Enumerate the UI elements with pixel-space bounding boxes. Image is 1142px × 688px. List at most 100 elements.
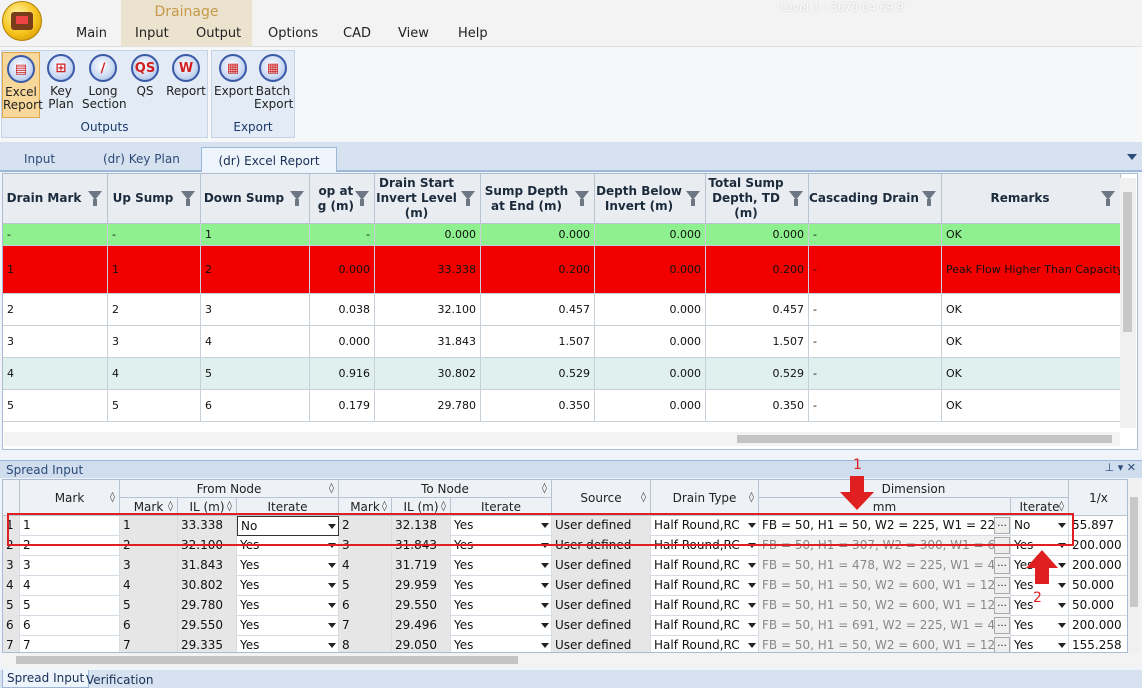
cell-iter[interactable]: Yes <box>1011 636 1069 652</box>
cell-last[interactable]: 200.000 <box>1069 616 1127 636</box>
col-mark[interactable]: Mark ◊ <box>20 480 120 516</box>
cell-mark[interactable]: 7 <box>20 636 120 652</box>
sort-icon[interactable]: ◊ <box>110 492 115 503</box>
excel-report-button[interactable]: ▤ Excel Report <box>2 52 43 118</box>
cell-mark[interactable]: 6 <box>20 616 120 636</box>
long-section-button[interactable]: ∕ Long Section <box>82 52 127 118</box>
sort-icon[interactable]: ◊ <box>382 501 387 512</box>
chevron-down-icon[interactable] <box>328 603 336 608</box>
column-header[interactable]: Remarks <box>942 174 1121 224</box>
chevron-down-icon[interactable] <box>1058 643 1066 648</box>
chevron-down-icon[interactable] <box>328 583 336 588</box>
spread-row[interactable]: 6 6 6 29.550 Yes 7 29.496 Yes User defined Half R… <box>3 616 1127 636</box>
sort-icon[interactable]: ◊ <box>441 501 446 512</box>
sort-icon[interactable]: ◊ <box>329 483 334 494</box>
chevron-down-icon[interactable] <box>328 563 336 568</box>
chevron-down-icon[interactable] <box>541 623 549 628</box>
col-to-node[interactable]: To Node ◊ <box>339 480 552 498</box>
sort-icon[interactable]: ◊ <box>227 501 232 512</box>
menu-output[interactable]: Output <box>196 26 241 41</box>
application-menu-button[interactable] <box>2 1 42 41</box>
ellipsis-button[interactable]: ... <box>994 557 1010 574</box>
chevron-down-icon[interactable] <box>328 643 336 648</box>
ellipsis-button[interactable]: ... <box>994 577 1010 594</box>
vertical-scrollbar[interactable] <box>1120 178 1136 428</box>
menu-help[interactable]: Help <box>458 26 488 41</box>
sort-icon[interactable]: ◊ <box>542 483 547 494</box>
table-row[interactable]: 4 4 5 0.916 30.802 0.529 0.000 0.529- OK <box>3 358 1121 390</box>
filter-icon[interactable] <box>290 191 304 206</box>
cell-last[interactable]: 55.897 <box>1069 516 1127 536</box>
cell-last[interactable]: 50.000 <box>1069 596 1127 616</box>
chevron-down-icon[interactable] <box>748 623 756 628</box>
cell-type[interactable]: Half Round,RC <box>651 556 759 576</box>
table-row[interactable]: 2 2 3 0.038 32.100 0.457 0.000 0.457- OK <box>3 294 1121 326</box>
chevron-down-icon[interactable] <box>748 583 756 588</box>
filter-icon[interactable] <box>686 191 700 206</box>
cell-mark[interactable]: 3 <box>20 556 120 576</box>
ellipsis-button[interactable]: ... <box>994 637 1010 652</box>
cell-to-iter[interactable]: Yes <box>451 576 552 596</box>
col-last[interactable]: 1/x <box>1069 480 1127 516</box>
cell-dim[interactable]: FB = 50, H1 = 50, W2 = 600, W1 = 1200... <box>759 576 1011 596</box>
cell-from-iter[interactable]: Yes <box>237 596 339 616</box>
cell-to-iter[interactable]: Yes <box>451 596 552 616</box>
col-dimension[interactable]: Dimension <box>759 480 1069 498</box>
cell-last[interactable]: 200.000 <box>1069 536 1127 556</box>
table-row[interactable]: 5 5 6 0.179 29.780 0.350 0.000 0.350- OK <box>3 390 1121 422</box>
tab-list-dropdown-icon[interactable] <box>1127 154 1137 160</box>
chevron-down-icon[interactable] <box>748 643 756 648</box>
cell-last[interactable]: 200.000 <box>1069 556 1127 576</box>
key-plan-button[interactable]: ⊞ Key Plan <box>42 52 80 118</box>
menu-view[interactable]: View <box>398 26 429 41</box>
col-from-node[interactable]: From Node ◊ <box>120 480 339 498</box>
filter-icon[interactable] <box>355 191 369 206</box>
filter-icon[interactable] <box>922 191 936 206</box>
ellipsis-button[interactable]: ... <box>994 597 1010 614</box>
chevron-down-icon[interactable] <box>541 643 549 648</box>
cell-mark[interactable]: 4 <box>20 576 120 596</box>
cell-mark[interactable]: 5 <box>20 596 120 616</box>
batch-export-button[interactable]: ▦ Batch Export <box>254 52 293 118</box>
table-row[interactable]: 3 3 4 0.000 31.843 1.507 0.000 1.507- OK <box>3 326 1121 358</box>
menu-main[interactable]: Main <box>76 26 107 41</box>
horizontal-scrollbar-2[interactable] <box>2 653 1140 667</box>
tab-input[interactable]: Input <box>24 152 55 166</box>
cell-to-iter[interactable]: Yes <box>451 556 552 576</box>
tab-verification[interactable]: Verification <box>82 672 157 688</box>
cell-dim[interactable]: FB = 50, H1 = 691, W2 = 225, W1 = 450... <box>759 616 1011 636</box>
cell-last[interactable]: 155.258 <box>1069 636 1127 652</box>
tab-spread-input[interactable]: Spread Input <box>2 670 90 688</box>
tab-excel-report[interactable]: (dr) Excel Report <box>201 147 337 172</box>
cell-last[interactable]: 50.000 <box>1069 576 1127 596</box>
export-button[interactable]: ▦ Export <box>214 52 253 118</box>
sort-icon[interactable]: ◊ <box>641 492 646 503</box>
table-row[interactable]: - -1-0.000 0.000 0.000 0.000- OK <box>3 224 1121 246</box>
spread-row[interactable]: 4 4 4 30.802 Yes 5 29.959 Yes User defined Half R… <box>3 576 1127 596</box>
horizontal-scrollbar[interactable] <box>4 432 1120 446</box>
filter-icon[interactable] <box>1101 191 1115 206</box>
chevron-down-icon[interactable] <box>541 583 549 588</box>
chevron-down-icon[interactable] <box>328 623 336 628</box>
vertical-scrollbar-2[interactable] <box>1128 479 1140 653</box>
chevron-down-icon[interactable] <box>748 603 756 608</box>
report-button[interactable]: W Report <box>166 52 206 118</box>
panel-controls[interactable]: ▾ ✕ <box>1118 461 1136 474</box>
cell-type[interactable]: Half Round,RC <box>651 576 759 596</box>
spread-row[interactable]: 5 5 5 29.780 Yes 6 29.550 Yes User defined Half R… <box>3 596 1127 616</box>
chevron-down-icon[interactable] <box>748 563 756 568</box>
cell-to-iter[interactable]: Yes <box>451 616 552 636</box>
tab-key-plan[interactable]: (dr) Key Plan <box>103 152 180 166</box>
menu-cad[interactable]: CAD <box>343 26 371 41</box>
chevron-down-icon[interactable] <box>1058 603 1066 608</box>
cell-to-iter[interactable]: Yes <box>451 636 552 652</box>
cell-from-iter[interactable]: Yes <box>237 576 339 596</box>
filter-icon[interactable] <box>461 191 475 206</box>
filter-icon[interactable] <box>88 191 102 206</box>
col-drain-type[interactable]: Drain Type ◊ <box>651 480 759 516</box>
spread-row[interactable]: 3 3 3 31.843 Yes 4 31.719 Yes User defined Half R… <box>3 556 1127 576</box>
cell-type[interactable]: Half Round,RC <box>651 636 759 652</box>
cell-dim[interactable]: FB = 50, H1 = 478, W2 = 225, W1 = 450... <box>759 556 1011 576</box>
spread-row[interactable]: 7 7 7 29.335 Yes 8 29.050 Yes User defined Half R… <box>3 636 1127 652</box>
cell-from-iter[interactable]: Yes <box>237 616 339 636</box>
